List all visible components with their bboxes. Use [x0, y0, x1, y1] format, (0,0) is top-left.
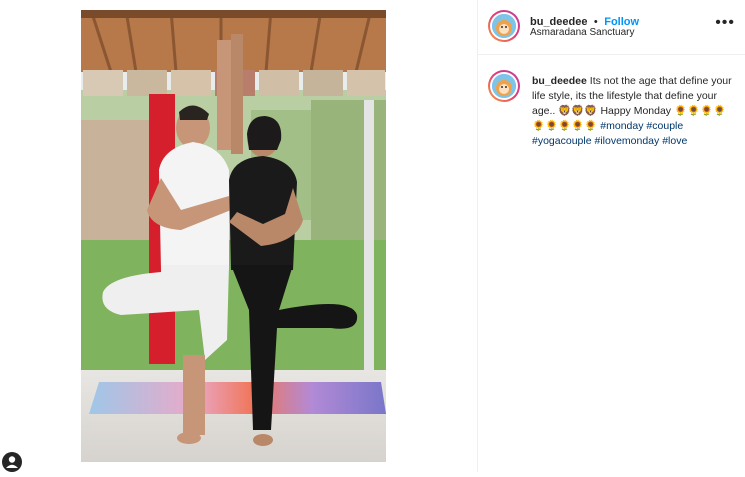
caption-emojis-lion: 🦁🦁🦁	[558, 105, 598, 117]
post-header: bu_deedee • Follow Asmaradana Sanctuary …	[478, 0, 745, 55]
profile-icon[interactable]	[2, 452, 22, 472]
cartoon-avatar-icon	[492, 74, 516, 98]
hashtag-link[interactable]: #ilovemonday	[594, 135, 659, 147]
post-location[interactable]: Asmaradana Sanctuary	[530, 27, 635, 38]
post-photo[interactable]	[81, 10, 386, 462]
hashtag-link[interactable]: #yogacouple	[532, 135, 592, 147]
post-caption: bu_deedee Its not the age that define yo…	[532, 74, 732, 149]
more-options-icon[interactable]: •••	[715, 14, 735, 32]
yoga-couple-photo	[81, 10, 386, 462]
hashtag-link[interactable]: #monday	[600, 120, 643, 132]
avatar[interactable]	[488, 10, 520, 42]
caption-happy-monday: Happy Monday	[600, 105, 672, 117]
caption-avatar[interactable]	[488, 70, 520, 102]
media-pane	[0, 0, 477, 472]
caption-username[interactable]: bu_deedee	[532, 75, 587, 87]
hashtag-link[interactable]: #couple	[646, 120, 683, 132]
pane-divider	[477, 0, 478, 472]
cartoon-avatar-icon	[492, 14, 516, 38]
hashtag-link[interactable]: #love	[662, 135, 687, 147]
